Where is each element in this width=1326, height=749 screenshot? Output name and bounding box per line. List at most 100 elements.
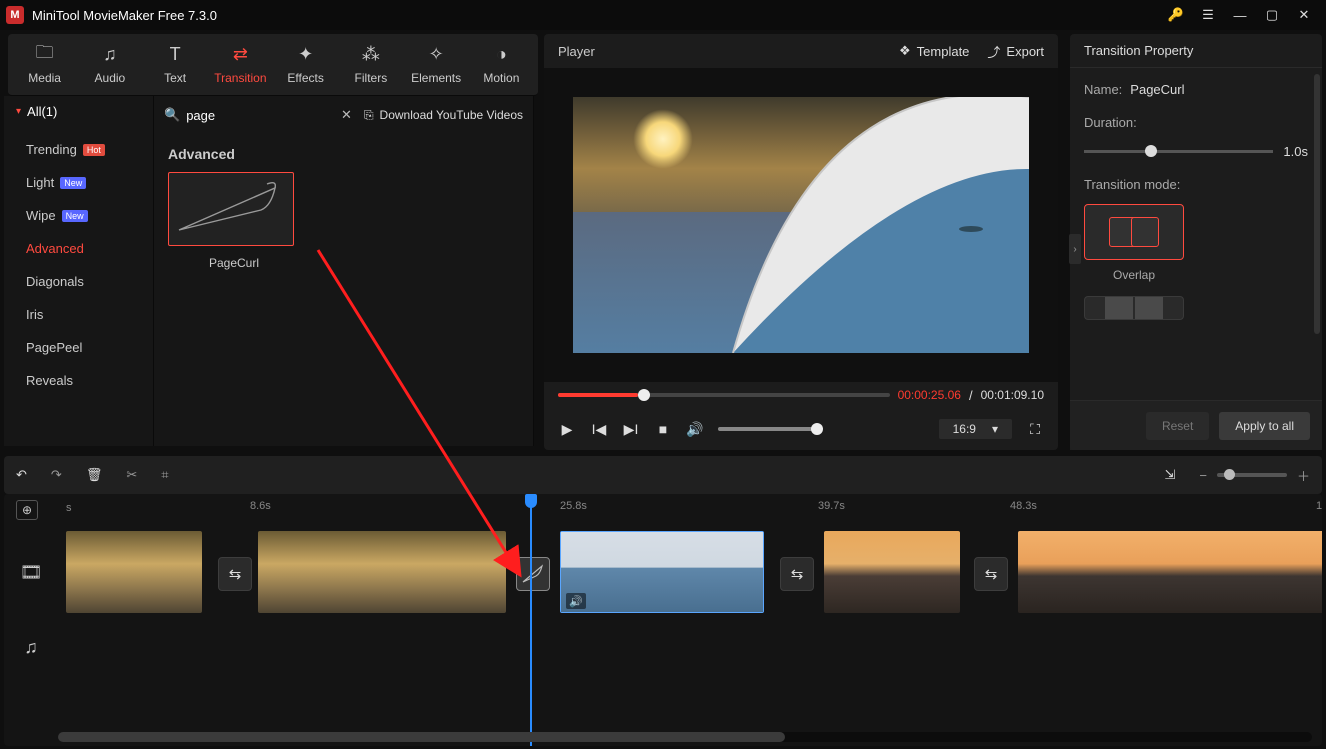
duration-value: 1.0s <box>1283 144 1308 159</box>
prop-name-value: PageCurl <box>1130 82 1184 97</box>
hamburger-menu-icon[interactable]: ☰ <box>1192 0 1224 30</box>
undo-button[interactable]: ↶ <box>16 467 27 483</box>
timeline-h-scrollbar[interactable] <box>58 732 1312 742</box>
prop-mode-label: Transition mode: <box>1084 177 1308 192</box>
pagecurl-mini-icon <box>520 561 546 587</box>
category-advanced[interactable]: Advanced <box>26 232 153 265</box>
elements-icon: ✧ <box>429 45 444 65</box>
transition-slot[interactable]: ⇆ <box>780 557 814 591</box>
clear-search-button[interactable]: ✕ <box>337 107 356 123</box>
template-button[interactable]: ❖Template <box>899 42 969 61</box>
clip-2[interactable] <box>258 531 506 613</box>
prop-duration-label: Duration: <box>1084 115 1308 130</box>
apply-to-all-button[interactable]: Apply to all <box>1219 412 1310 440</box>
player-panel: Player ❖Template ⤴Export 00:00:25.06 / 0 <box>544 34 1058 450</box>
tab-label: Audio <box>95 71 126 85</box>
app-title: MiniTool MovieMaker Free 7.3.0 <box>32 8 217 23</box>
split-button[interactable]: ✂ <box>126 467 137 483</box>
playhead[interactable] <box>530 494 532 746</box>
prev-frame-button[interactable]: I◀ <box>590 421 608 438</box>
export-icon: ⤴ <box>987 42 1000 61</box>
timeline-ruler[interactable]: ⊕ s 8.6s 25.8s 39.7s 48.3s 1. <box>4 494 1322 524</box>
add-track-button[interactable]: ⊕ <box>16 500 38 520</box>
duration-slider[interactable] <box>1084 150 1273 153</box>
play-button[interactable]: ▶ <box>558 421 576 438</box>
delete-button[interactable]: 🗑 <box>86 467 103 483</box>
download-youtube-link[interactable]: ⎘Download YouTube Videos <box>364 108 523 123</box>
clip-3[interactable]: 🔊 <box>560 531 764 613</box>
zoom-slider[interactable] <box>1217 473 1287 477</box>
pagecurl-thumb-icon <box>171 176 291 242</box>
transition-thumb-pagecurl[interactable]: PageCurl <box>168 172 300 270</box>
aspect-ratio-select[interactable]: 16:9▾ <box>939 419 1012 439</box>
redo-button[interactable]: ↷ <box>51 467 62 483</box>
category-pagepeel[interactable]: PagePeel <box>26 331 153 364</box>
download-icon: ⎘ <box>364 108 374 123</box>
text-icon: T <box>170 45 181 65</box>
tab-elements[interactable]: ✧ Elements <box>404 34 469 95</box>
export-button[interactable]: ⤴Export <box>987 42 1044 61</box>
fullscreen-button[interactable]: ⛶ <box>1026 421 1044 438</box>
tab-filters[interactable]: ⁂Filters <box>338 34 403 95</box>
tab-motion[interactable]: ◑Motion <box>469 34 534 95</box>
category-all-label: All(1) <box>27 104 57 119</box>
transition-thumbnail <box>168 172 294 246</box>
tab-label: Elements <box>411 71 461 85</box>
mode-overlap-option[interactable] <box>1084 204 1184 260</box>
tab-media[interactable]: 🗀Media <box>12 34 77 95</box>
audio-track-icon: ♫ <box>4 637 58 658</box>
category-trending[interactable]: TrendingHot <box>26 133 153 166</box>
clip-1[interactable] <box>66 531 202 613</box>
filters-icon: ⁂ <box>362 45 380 65</box>
tab-label: Transition <box>214 71 266 85</box>
close-button[interactable]: ✕ <box>1288 0 1320 30</box>
stop-button[interactable]: ■ <box>654 421 672 437</box>
audio-track-row: ♫ <box>4 620 1322 674</box>
category-light[interactable]: LightNew <box>26 166 153 199</box>
minimize-button[interactable]: — <box>1224 0 1256 30</box>
zoom-out-button[interactable]: − <box>1199 468 1207 483</box>
volume-slider[interactable] <box>718 427 818 431</box>
zoom-in-button[interactable]: ＋ <box>1297 466 1310 485</box>
tab-effects[interactable]: ✦Effects <box>273 34 338 95</box>
transition-property-panel: › Transition Property Name:PageCurl Dura… <box>1070 34 1322 450</box>
category-reveals[interactable]: Reveals <box>26 364 153 397</box>
player-progress[interactable] <box>558 393 890 397</box>
tab-text[interactable]: T Text <box>143 34 208 95</box>
ruler-tick: 25.8s <box>560 500 587 512</box>
property-panel-title: Transition Property <box>1070 34 1322 68</box>
timeline-fit-button[interactable]: ⇲ <box>1164 467 1175 483</box>
ruler-tick: 39.7s <box>818 500 845 512</box>
crop-button[interactable]: ⌗ <box>161 467 168 483</box>
volume-icon[interactable]: 🔊 <box>686 421 704 438</box>
search-icon: 🔍 <box>164 107 180 123</box>
category-wipe[interactable]: WipeNew <box>26 199 153 232</box>
prop-name-label: Name: <box>1084 82 1122 97</box>
folder-icon: 🗀 <box>36 45 54 65</box>
mode-second-option[interactable] <box>1084 296 1184 320</box>
search-box[interactable]: 🔍 <box>164 107 329 123</box>
transition-browser: 🔍 ✕ ⎘Download YouTube Videos Advanced <box>154 96 534 446</box>
new-badge: New <box>60 177 86 189</box>
transition-icon: ⇄ <box>233 45 248 65</box>
search-input[interactable] <box>186 108 286 123</box>
tab-transition[interactable]: ⇄ Transition <box>208 34 273 95</box>
transition-slot[interactable]: ⇆ <box>974 557 1008 591</box>
clip-4[interactable] <box>824 531 960 613</box>
category-diagonals[interactable]: Diagonals <box>26 265 153 298</box>
tab-label: Motion <box>483 71 519 85</box>
license-key-icon[interactable]: 🔑 <box>1160 0 1192 30</box>
transition-slot[interactable]: ⇆ <box>218 557 252 591</box>
time-current: 00:00:25.06 <box>898 388 961 402</box>
clip-audio-icon: 🔊 <box>566 593 586 609</box>
tab-label: Text <box>164 71 186 85</box>
maximize-button[interactable]: ▢ <box>1256 0 1288 30</box>
transition-slot-applied[interactable] <box>516 557 550 591</box>
clip-5[interactable] <box>1018 531 1322 613</box>
next-frame-button[interactable]: ▶I <box>622 421 640 438</box>
category-all[interactable]: All(1) <box>4 96 153 127</box>
category-iris[interactable]: Iris <box>26 298 153 331</box>
tab-audio[interactable]: ♫Audio <box>77 34 142 95</box>
reset-button[interactable]: Reset <box>1146 412 1209 440</box>
player-preview <box>573 97 1029 353</box>
